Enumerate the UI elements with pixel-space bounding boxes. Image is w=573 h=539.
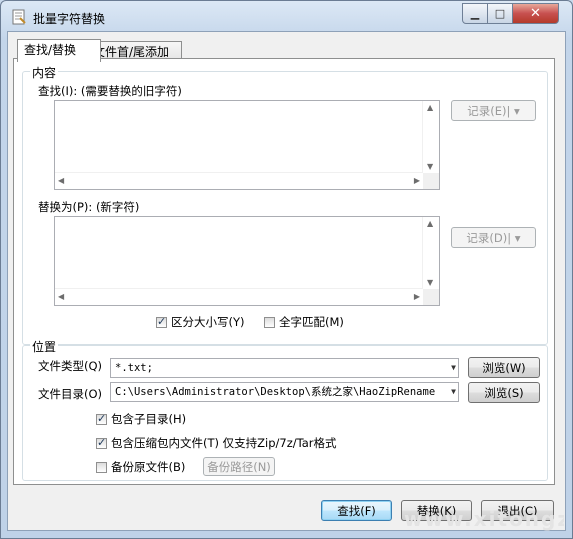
- scroll-up-icon[interactable]: ▲: [427, 219, 433, 228]
- replace-history-button[interactable]: 记录(D)| ▾: [451, 227, 536, 248]
- scroll-left-icon[interactable]: ◀: [58, 292, 64, 301]
- whole-word-checkbox[interactable]: 全字匹配(M): [264, 314, 344, 330]
- find-horizontal-scrollbar[interactable]: ◀ ▶: [55, 172, 423, 189]
- scroll-down-icon[interactable]: ▼: [427, 162, 433, 171]
- scroll-left-icon[interactable]: ◀: [58, 176, 64, 185]
- checkbox-unchecked-icon[interactable]: [96, 461, 107, 473]
- include-subdirs-checkbox[interactable]: 包含子目录(H): [96, 411, 186, 427]
- find-history-button[interactable]: 记录(E)| ▾: [451, 100, 536, 121]
- case-sensitive-checkbox[interactable]: 区分大小写(Y): [156, 314, 245, 330]
- dropdown-arrow-icon[interactable]: ▼: [451, 383, 456, 401]
- file-type-label: 文件类型(Q): [38, 359, 103, 373]
- replace-horizontal-scrollbar[interactable]: ◀ ▶: [55, 288, 423, 305]
- replace-vertical-scrollbar[interactable]: ▲ ▼: [422, 217, 439, 289]
- find-button[interactable]: 查找(F): [321, 500, 392, 521]
- replace-label: 替换为(P): (新字符): [38, 200, 140, 214]
- replace-textarea[interactable]: ▲ ▼ ◀ ▶: [54, 216, 440, 306]
- file-type-combobox[interactable]: *.txt; ▼: [110, 358, 459, 378]
- include-subdirs-label: 包含子目录(H): [111, 412, 187, 426]
- scroll-corner: [423, 289, 439, 305]
- close-button[interactable]: ✕: [512, 3, 559, 24]
- window-title: 批量字符替换: [33, 12, 106, 26]
- backup-original-label: 备份原文件(B): [111, 460, 186, 474]
- title-bar[interactable]: 批量字符替换 ▁ □ ✕: [1, 1, 572, 33]
- browse-dir-button[interactable]: 浏览(S): [468, 382, 540, 403]
- checkbox-checked-icon[interactable]: [96, 412, 107, 425]
- scroll-right-icon[interactable]: ▶: [414, 292, 420, 301]
- include-archives-checkbox[interactable]: 包含压缩包内文件(T) 仅支持Zip/7z/Tar格式: [96, 435, 337, 451]
- backup-original-checkbox[interactable]: 备份原文件(B): [96, 459, 185, 475]
- watermark: www.xitongzhijia.net: [404, 507, 564, 531]
- find-label: 查找(I): (需要替换的旧字符): [38, 84, 182, 98]
- find-textarea[interactable]: ▲ ▼ ◀ ▶: [54, 100, 440, 190]
- checkbox-unchecked-icon[interactable]: [264, 316, 275, 328]
- backup-path-button[interactable]: 备份路径(N): [203, 457, 275, 476]
- case-sensitive-label: 区分大小写(Y): [171, 315, 245, 329]
- tab-find-replace[interactable]: 查找/替换: [17, 39, 101, 62]
- directory-label: 文件目录(O): [38, 387, 103, 401]
- directory-combobox[interactable]: C:\Users\Administrator\Desktop\系统之家\HaoZ…: [110, 382, 459, 402]
- checkbox-checked-icon[interactable]: [96, 436, 107, 449]
- browse-type-button[interactable]: 浏览(W): [468, 357, 540, 378]
- directory-value: C:\Users\Administrator\Desktop\系统之家\HaoZ…: [115, 386, 436, 398]
- location-group-label: 位置: [30, 338, 59, 355]
- minimize-button[interactable]: ▁: [462, 3, 488, 24]
- content-group-label: 内容: [30, 64, 59, 81]
- scroll-right-icon[interactable]: ▶: [414, 176, 420, 185]
- checkbox-checked-icon[interactable]: [156, 315, 167, 328]
- include-archives-label: 包含压缩包内文件(T) 仅支持Zip/7z/Tar格式: [111, 436, 337, 450]
- scroll-down-icon[interactable]: ▼: [427, 278, 433, 287]
- tab-panel: 内容 查找(I): (需要替换的旧字符) ▲ ▼ ◀ ▶ 记录(E)| ▾ 替换…: [13, 58, 555, 485]
- whole-word-label: 全字匹配(M): [279, 315, 344, 329]
- maximize-button[interactable]: □: [487, 3, 513, 24]
- find-vertical-scrollbar[interactable]: ▲ ▼: [422, 101, 439, 173]
- scroll-up-icon[interactable]: ▲: [427, 103, 433, 112]
- app-icon: [11, 9, 27, 25]
- file-type-value: *.txt;: [115, 362, 153, 374]
- dropdown-arrow-icon[interactable]: ▼: [451, 359, 456, 377]
- scroll-corner: [423, 173, 439, 189]
